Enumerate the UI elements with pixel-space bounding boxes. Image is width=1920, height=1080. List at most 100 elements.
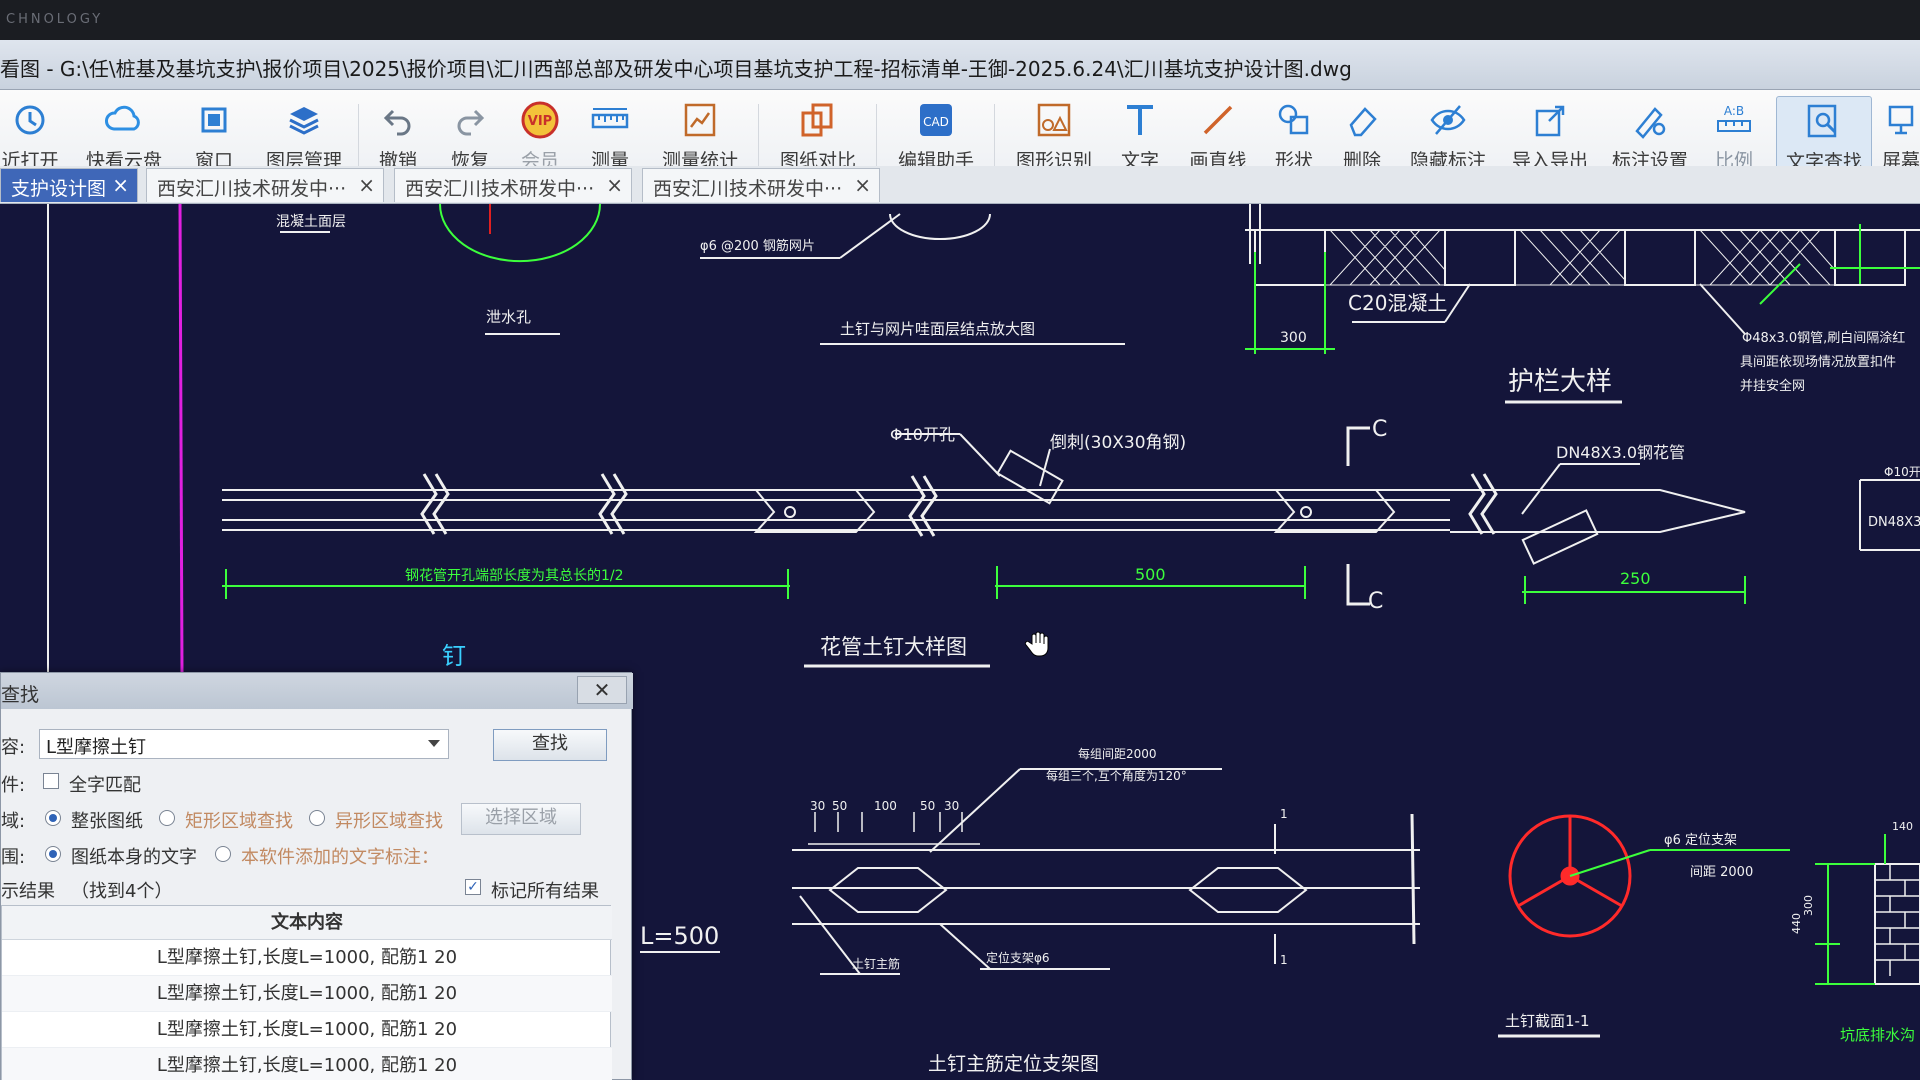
label-phi10-right: Φ10开孔 [1884, 465, 1920, 479]
scope-radio-irregular-area[interactable] [309, 810, 325, 826]
label-main-rebar: 土钉主筋 [852, 956, 900, 971]
result-row[interactable]: L型摩擦土钉,长度L=1000, 配筋1 20 [2, 940, 612, 976]
bezel-brand: CHNOLOGY [6, 12, 104, 27]
close-icon[interactable]: × [606, 173, 623, 197]
vip-icon: VIP [521, 101, 559, 139]
cad-sleeve [1273, 489, 1396, 533]
scope-option-whole-drawing: 整张图纸 [71, 811, 143, 832]
label-dim-300v: 300 [1802, 895, 1815, 916]
label-pipe-nail-title: 花管土钉大样图 [820, 635, 967, 659]
undo-icon [383, 109, 411, 136]
label-angle-steel: 倒刺(30X30角钢) [1050, 433, 1186, 453]
range-radio-drawing-text[interactable] [45, 846, 61, 862]
layers-icon [289, 107, 319, 135]
toolbar-separator [994, 104, 995, 172]
result-row[interactable]: L型摩擦土钉,长度L=1000, 配筋1 20 [2, 976, 612, 1012]
label-drain-hole: 泄水孔 [486, 308, 531, 326]
close-icon[interactable]: × [358, 173, 375, 197]
tab-xian-huichuan-1[interactable]: 西安汇川技术研发中··· × [146, 168, 384, 202]
screen-icon [1888, 105, 1914, 135]
label-dim-50: 50 [832, 799, 847, 813]
redo-icon [457, 109, 485, 136]
label-l500: L=500 [640, 922, 719, 950]
measure-stats-icon [684, 103, 716, 137]
label-concrete-face: 混凝土面层 [276, 214, 346, 230]
monitor-bezel: CHNOLOGY [0, 0, 1920, 40]
app-window: CHNOLOGY 看图 - G:\任\桩基及基坑支护\报价项目\2025\报价项… [0, 0, 1920, 1080]
scope-option-irregular-area: 异形区域查找 [335, 811, 443, 832]
label-node-detail: 土钉与网片哇面层结点放大图 [840, 320, 1035, 338]
search-input-value: L型摩擦土钉 [46, 737, 147, 758]
select-area-button[interactable]: 选择区域 [461, 803, 581, 835]
label-dim-30b: 30 [944, 799, 959, 813]
hand-pan-icon [1024, 631, 1049, 657]
select-area-label: 选择区域 [485, 807, 557, 828]
tab-label: 支护设计图 [11, 178, 107, 200]
range-option-drawing-text: 图纸本身的文字 [71, 847, 197, 868]
label-pipe-note3: 并挂安全网 [1740, 378, 1805, 394]
shape-recognize-icon [1037, 103, 1071, 137]
svg-text:CAD: CAD [923, 115, 949, 129]
tab-support-design[interactable]: 支护设计图 × [0, 168, 138, 202]
tab-xian-huichuan-3[interactable]: 西安汇川技术研发中··· × [642, 168, 880, 202]
tab-label: 西安汇川技术研发中··· [653, 178, 843, 200]
tab-label: 西安汇川技术研发中··· [405, 178, 595, 200]
scale-icon: A:B [1717, 104, 1751, 132]
label-rebar-net: φ6 @200 钢筋网片 [700, 238, 815, 254]
annotation-settings-icon [1635, 107, 1666, 139]
results-count: （找到4个） [71, 881, 173, 902]
whole-word-checkbox[interactable] [43, 773, 59, 789]
close-icon[interactable]: × [854, 173, 871, 197]
condition-label: 件: [1, 775, 26, 796]
document-tabs: 支护设计图 × 西安汇川技术研发中··· × 西安汇川技术研发中··· × 西安… [0, 166, 1920, 204]
label-grout-note: 钢花管开孔端部长度为其总长的1/2 [405, 568, 624, 584]
ruler-icon [591, 108, 629, 129]
cad-sleeve [753, 489, 876, 533]
label-spacing-note2: 每组三个,互个角度为120° [1046, 768, 1187, 783]
label-dim-500: 500 [1135, 565, 1166, 584]
cad-concrete-block [1444, 229, 1516, 286]
window-icon [201, 107, 227, 133]
label-dim-100: 100 [874, 799, 897, 813]
compare-icon [801, 103, 833, 137]
shape-icon [1278, 104, 1309, 135]
mark-all-checkbox[interactable]: ✓ [465, 879, 481, 895]
cad-positioning-frame [1188, 867, 1308, 913]
find-dialog: 查找 ✕ 容: L型摩擦土钉 查找 件: 全字匹配 域: 整张图纸 矩形区域查找… [0, 672, 633, 1080]
window-title: 看图 - G:\任\桩基及基坑支护\报价项目\2025\报价项目\汇川西部总部及… [0, 57, 1352, 81]
find-dialog-titlebar[interactable]: 查找 ✕ [1, 673, 633, 709]
label-section-one-bottom: 1 [1280, 953, 1288, 967]
text-search-icon [1807, 104, 1837, 138]
label-pipe-note1: Φ48x3.0钢管,刷白间隔涂红 [1742, 330, 1905, 346]
scope-radio-rect-area[interactable] [159, 810, 175, 826]
find-button[interactable]: 查找 [493, 729, 607, 761]
search-input[interactable]: L型摩擦土钉 [39, 729, 449, 759]
label-drain-ditch: 坑底排水沟 [1840, 1026, 1915, 1044]
mark-all-label: 标记所有结果 [491, 881, 599, 902]
label-dim-30: 30 [810, 799, 825, 813]
scope-radio-whole-drawing[interactable] [45, 810, 61, 826]
range-radio-added-annotations[interactable] [215, 846, 231, 862]
label-phi6-support: φ6 定位支架 [1664, 833, 1737, 848]
label-section-one-top: 1 [1280, 807, 1288, 821]
cad-section-marker [1346, 426, 1370, 466]
label-guardrail-detail: 护栏大样 [1508, 367, 1612, 397]
label-positioning-rebar: 定位支架φ6 [986, 950, 1050, 965]
hide-annotation-icon [1430, 105, 1466, 135]
range-option-added-annotations: 本软件添加的文字标注： [241, 847, 439, 868]
result-row[interactable]: L型摩擦土钉,长度L=1000, 配筋1 20 [2, 1048, 612, 1080]
whole-word-label: 全字匹配 [69, 775, 141, 796]
label-dim-50b: 50 [920, 799, 935, 813]
chevron-down-icon[interactable] [428, 740, 440, 747]
find-dialog-close-button[interactable]: ✕ [577, 676, 627, 704]
label-dim-140: 140 [1892, 820, 1913, 833]
svg-text:VIP: VIP [528, 114, 552, 129]
close-icon[interactable]: × [112, 173, 129, 197]
eraser-icon [1349, 107, 1377, 137]
tab-xian-huichuan-2[interactable]: 西安汇川技术研发中··· × [394, 168, 632, 202]
result-row[interactable]: L型摩擦土钉,长度L=1000, 配筋1 20 [2, 1012, 612, 1048]
label-c20: C20混凝土 [1348, 291, 1447, 315]
label-pipe-note2: 具间距依现场情况放置扣件 [1740, 355, 1896, 370]
text-icon [1127, 105, 1153, 135]
content-label: 容: [1, 737, 26, 758]
